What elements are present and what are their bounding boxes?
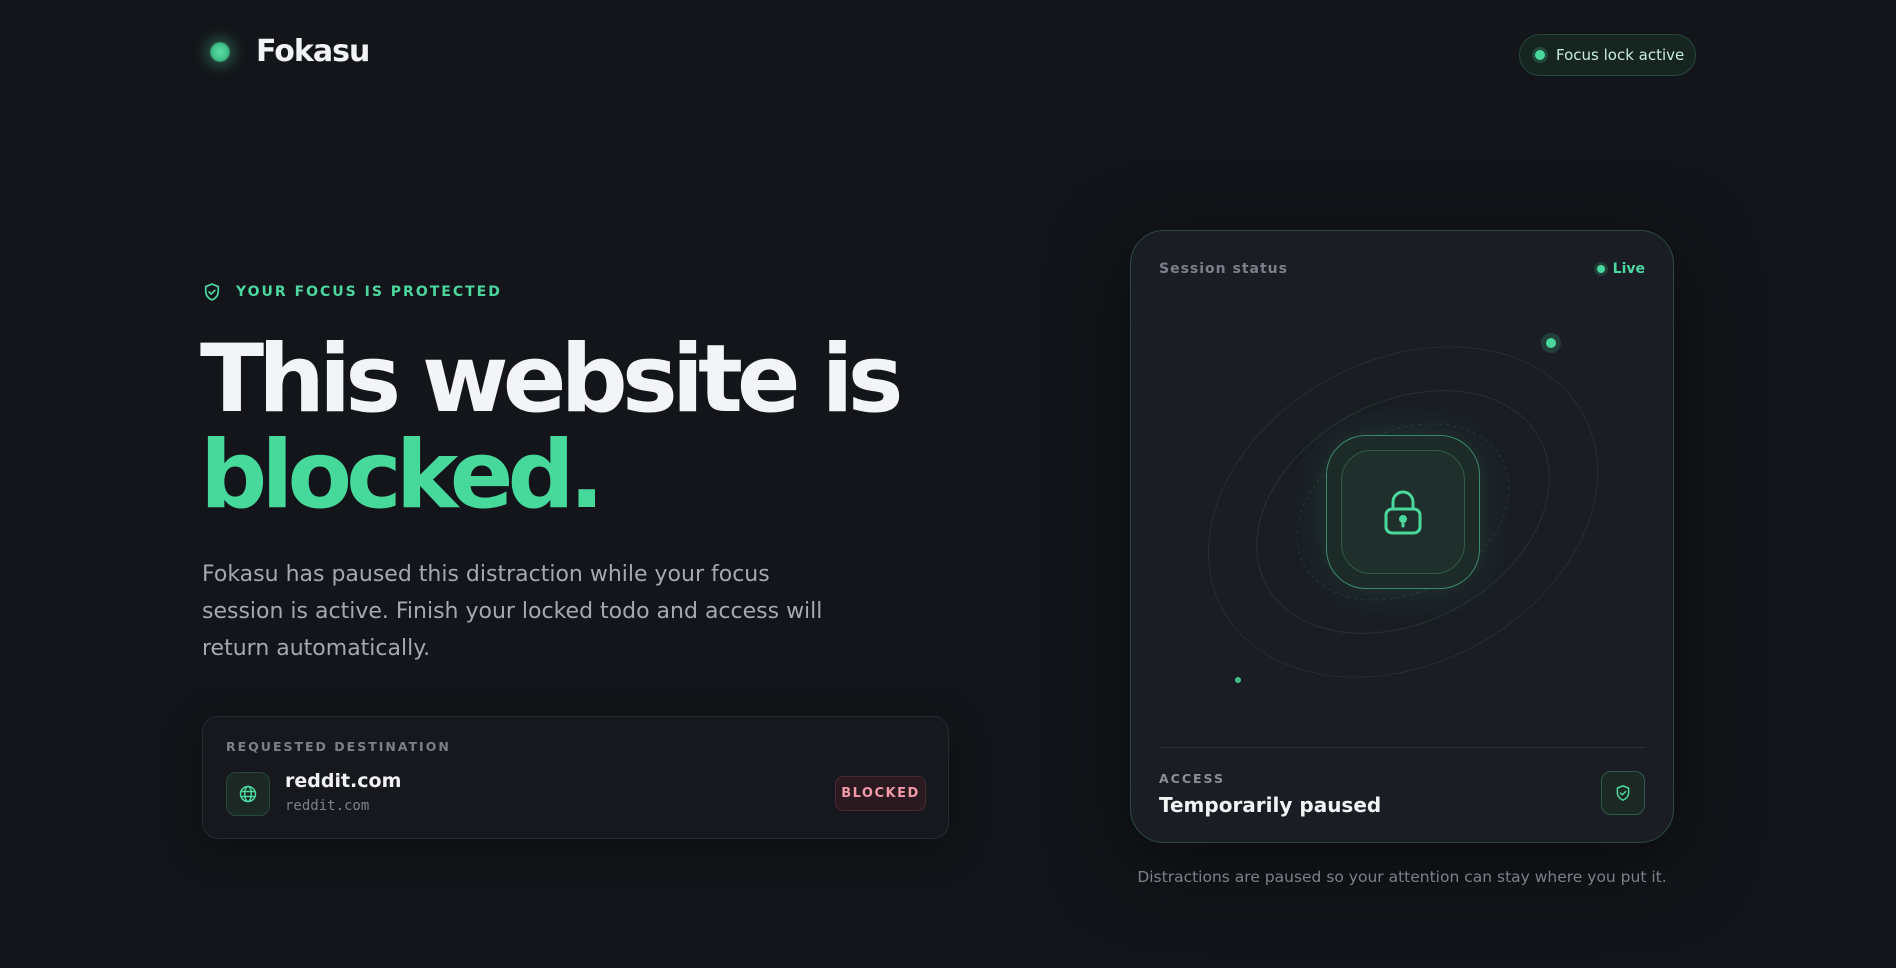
lock-tile bbox=[1326, 435, 1480, 589]
headline-line-1: This website is bbox=[200, 325, 904, 434]
destination-caption: REQUESTED DESTINATION bbox=[226, 739, 451, 754]
description: Fokasu has paused this distraction while… bbox=[202, 562, 823, 661]
eyebrow: YOUR FOCUS IS PROTECTED bbox=[202, 282, 502, 302]
lock-icon bbox=[1384, 490, 1422, 535]
brand-logo-icon bbox=[210, 41, 230, 62]
lock-tile-inner bbox=[1341, 450, 1465, 574]
live-indicator: Live bbox=[1596, 261, 1645, 277]
orbit-dot-large-glow bbox=[1541, 333, 1561, 353]
focus-lock-status-label: Focus lock active bbox=[1556, 46, 1685, 64]
shield-check-icon bbox=[204, 283, 220, 301]
footnote: Distractions are paused so your attentio… bbox=[1137, 868, 1667, 886]
status-dot-icon bbox=[1535, 50, 1545, 60]
shield-check-icon bbox=[1616, 785, 1630, 801]
requested-destination-card: REQUESTED DESTINATION reddit.com reddit.… bbox=[202, 716, 949, 839]
page-title: This website is blocked. bbox=[200, 325, 904, 530]
blocked-badge: BLOCKED bbox=[835, 776, 926, 811]
shield-button[interactable] bbox=[1601, 771, 1645, 815]
globe-icon-box bbox=[226, 772, 270, 816]
brand[interactable]: Fokasu bbox=[210, 34, 370, 69]
orbit-dot-small bbox=[1235, 677, 1241, 683]
brand-name: Fokasu bbox=[256, 34, 370, 69]
focus-lock-status-pill: Focus lock active bbox=[1519, 34, 1696, 76]
access-value: Temporarily paused bbox=[1159, 793, 1382, 817]
destination-url: reddit.com bbox=[285, 798, 370, 814]
session-status-card: Session status Live ACCESS Temporarily p… bbox=[1130, 230, 1674, 843]
globe-icon bbox=[239, 785, 257, 803]
divider bbox=[1159, 747, 1645, 748]
eyebrow-text: YOUR FOCUS IS PROTECTED bbox=[236, 284, 502, 300]
live-label: Live bbox=[1612, 261, 1645, 277]
live-dot-icon bbox=[1596, 265, 1605, 273]
access-caption: ACCESS bbox=[1159, 771, 1226, 786]
destination-name: reddit.com bbox=[285, 770, 402, 792]
headline-line-2: blocked. bbox=[200, 421, 605, 530]
session-status-title: Session status bbox=[1159, 261, 1288, 277]
